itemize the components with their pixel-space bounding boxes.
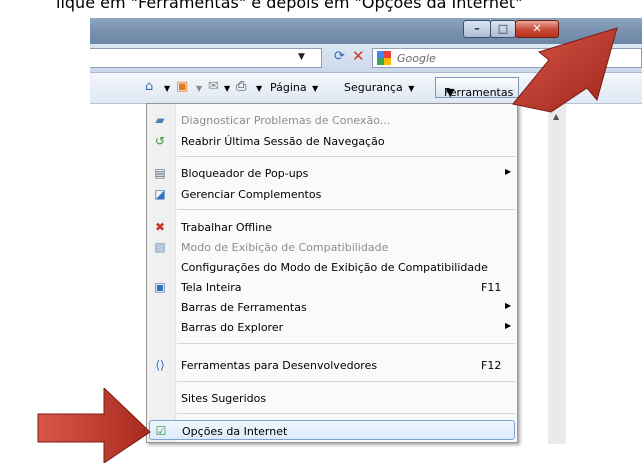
menu-item-compatibility-settings[interactable]: Configurações do Modo de Exibição de Com… [147, 257, 517, 277]
menu-separator [177, 413, 515, 414]
shortcut-label: F12 [481, 359, 502, 372]
reopen-session-icon: ↺ [154, 134, 166, 148]
internet-options-icon: ☑ [155, 424, 167, 438]
minimize-icon: – [474, 22, 480, 35]
menu-item-diagnose[interactable]: ▰ Diagnosticar Problemas de Conexão... [147, 110, 517, 130]
page-menu-label: Página [270, 81, 307, 94]
offline-icon: ✖ [154, 220, 166, 234]
submenu-arrow-icon: ▶ [505, 321, 512, 330]
submenu-arrow-icon: ▶ [505, 167, 512, 176]
menu-item-suggested-sites[interactable]: Sites Sugeridos [147, 388, 517, 408]
minimize-button[interactable]: – [463, 20, 491, 38]
refresh-icon[interactable]: ⟳ [334, 49, 345, 64]
developer-tools-icon: ⟨⟩ [155, 358, 165, 372]
shortcut-label: F11 [481, 281, 502, 294]
menu-separator [177, 209, 515, 210]
annotation-arrow-tools [512, 27, 618, 113]
network-diagnose-icon: ▰ [155, 113, 165, 127]
feeds-dropdown[interactable]: ▼ [194, 81, 202, 94]
tools-menu: ▰ Diagnosticar Problemas de Conexão... ↺… [146, 103, 518, 443]
menu-separator [177, 343, 515, 344]
menu-item-explorer-bars[interactable]: Barras do Explorer ▶ [147, 317, 517, 337]
menu-item-fullscreen[interactable]: ▣ Tela Inteira F11 [147, 277, 517, 297]
mail-icon[interactable]: ✉ [208, 79, 219, 94]
addons-icon: ◪ [154, 187, 166, 201]
menu-item-compatibility-view[interactable]: ▧ Modo de Exibição de Compatibilidade [147, 237, 517, 257]
chevron-down-icon[interactable]: ▼ [298, 52, 305, 62]
address-input[interactable]: ▼ [90, 48, 322, 68]
home-icon[interactable]: ⌂ [145, 79, 153, 94]
safety-menu-label: Segurança [344, 81, 403, 94]
search-placeholder: Google [397, 52, 436, 65]
menu-item-internet-options[interactable]: ☑ Opções da Internet [149, 420, 515, 440]
instruction-caption: lique em "Ferramentas" e depois em "Opçõ… [56, 0, 523, 12]
vertical-scrollbar[interactable]: ▲ [548, 104, 566, 444]
menu-item-popup-blocker[interactable]: ▤ Bloqueador de Pop-ups ▶ [147, 163, 517, 183]
print-dropdown[interactable]: ▼ [254, 81, 262, 94]
menu-separator [177, 156, 515, 157]
print-icon[interactable]: ⎙ [236, 79, 246, 94]
menu-separator [177, 381, 515, 382]
page-menu[interactable]: Página ▼ [270, 81, 318, 94]
google-icon [377, 51, 391, 65]
menu-item-manage-addons[interactable]: ◪ Gerenciar Complementos [147, 184, 517, 204]
fullscreen-icon: ▣ [154, 280, 166, 294]
compatibility-icon: ▧ [154, 240, 166, 254]
menu-item-toolbars[interactable]: Barras de Ferramentas ▶ [147, 297, 517, 317]
menu-item-work-offline[interactable]: ✖ Trabalhar Offline [147, 217, 517, 237]
feeds-icon[interactable]: ▣ [176, 79, 188, 94]
mail-dropdown[interactable]: ▼ [222, 81, 230, 94]
submenu-arrow-icon: ▶ [505, 301, 512, 310]
popup-blocker-icon: ▤ [154, 166, 166, 180]
stop-icon[interactable]: ✕ [352, 47, 365, 65]
menu-item-developer-tools[interactable]: ⟨⟩ Ferramentas para Desenvolvedores F12 [147, 355, 517, 375]
annotation-arrow-internet-options [37, 388, 151, 463]
menu-item-reopen-session[interactable]: ↺ Reabrir Última Sessão de Navegação [147, 131, 517, 151]
safety-menu[interactable]: Segurança ▼ [344, 81, 414, 94]
home-dropdown[interactable]: ▼ [162, 81, 170, 94]
